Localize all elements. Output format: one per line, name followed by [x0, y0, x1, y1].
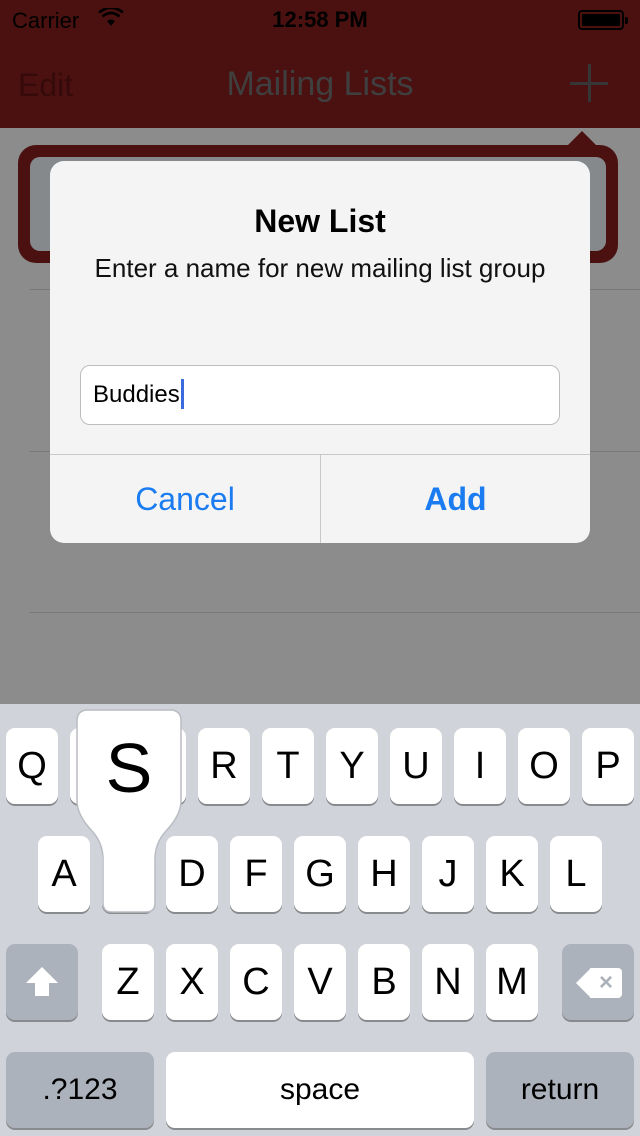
return-key[interactable]: return	[486, 1052, 634, 1128]
key-z[interactable]: Z	[102, 944, 154, 1020]
key-m[interactable]: M	[486, 944, 538, 1020]
popup-letter: S	[105, 729, 153, 807]
list-name-input[interactable]: Buddies	[80, 365, 560, 425]
key-j[interactable]: J	[422, 836, 474, 912]
key-b[interactable]: B	[358, 944, 410, 1020]
space-key[interactable]: space	[166, 1052, 474, 1128]
key-r[interactable]: R	[198, 728, 250, 804]
key-y[interactable]: Y	[326, 728, 378, 804]
alert-title: New List	[254, 203, 386, 239]
key-x[interactable]: X	[166, 944, 218, 1020]
key-v[interactable]: V	[294, 944, 346, 1020]
key-f[interactable]: F	[230, 836, 282, 912]
cancel-button[interactable]: Cancel	[50, 455, 320, 543]
key-h[interactable]: H	[358, 836, 410, 912]
key-u[interactable]: U	[390, 728, 442, 804]
key-o[interactable]: O	[518, 728, 570, 804]
delete-key[interactable]: ×	[562, 944, 634, 1020]
new-list-alert: New List Enter a name for new mailing li…	[50, 161, 590, 543]
key-p[interactable]: P	[582, 728, 634, 804]
shift-key[interactable]	[6, 944, 78, 1020]
key-t[interactable]: T	[262, 728, 314, 804]
delete-icon: ×	[576, 968, 622, 998]
key-g[interactable]: G	[294, 836, 346, 912]
key-q[interactable]: Q	[6, 728, 58, 804]
shift-icon	[26, 967, 58, 997]
numbers-key[interactable]: .?123	[6, 1052, 154, 1128]
alert-button-row: Cancel Add	[50, 454, 590, 543]
add-button[interactable]: Add	[320, 455, 590, 543]
key-press-popup: S	[76, 709, 182, 913]
key-k[interactable]: K	[486, 836, 538, 912]
key-c[interactable]: C	[230, 944, 282, 1020]
list-name-value: Buddies	[93, 381, 180, 408]
alert-message: Enter a name for new mailing list group	[94, 253, 546, 283]
key-l[interactable]: L	[550, 836, 602, 912]
text-cursor	[180, 378, 184, 409]
key-i[interactable]: I	[454, 728, 506, 804]
key-n[interactable]: N	[422, 944, 474, 1020]
